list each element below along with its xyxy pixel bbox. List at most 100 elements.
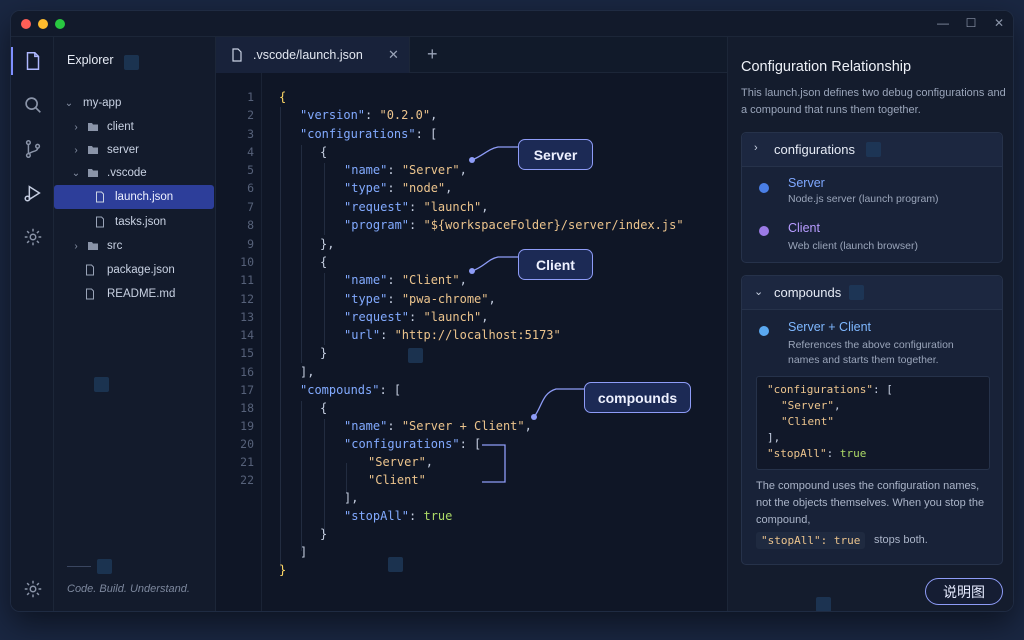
close-icon[interactable]: ✕	[992, 16, 1006, 30]
chevron-right-icon: ›	[74, 240, 78, 252]
code-line-11[interactable]: "name": "Client",	[344, 273, 467, 287]
explain-diagram-button[interactable]: 说明图	[925, 578, 1003, 605]
code-line-15[interactable]: }	[320, 346, 327, 360]
tree-item-tasks-json[interactable]: tasks.json	[54, 210, 216, 234]
chevron-right-icon: ›	[74, 144, 78, 156]
code-line-26[interactable]: ]	[300, 545, 307, 559]
compounds-card-header[interactable]: ⌄ compounds	[742, 276, 1002, 310]
watermark-icon	[816, 597, 831, 611]
callout-connectors	[471, 146, 584, 483]
tree-item-label: my-app	[83, 97, 122, 109]
title-bar: — ☐ ✕	[11, 11, 1013, 37]
note-code-text: "stopAll": true	[761, 534, 861, 547]
zoom-window-button[interactable]	[55, 19, 65, 29]
snippet-line-4: ],	[767, 431, 781, 444]
tree-item-label: tasks.json	[115, 216, 167, 228]
folder-open-icon	[88, 169, 98, 177]
watermark-icon	[94, 377, 109, 392]
code-line-1[interactable]: {	[279, 90, 286, 104]
code-line-8[interactable]: "program": "${workspaceFolder}/server/in…	[344, 218, 684, 232]
code-line-16[interactable]: ],	[300, 365, 314, 379]
extensions-icon[interactable]	[11, 217, 54, 257]
watermark-icon	[866, 142, 881, 157]
compound-dot-icon	[759, 326, 769, 336]
tree-item-launch-json[interactable]: launch.json	[54, 185, 214, 209]
run-debug-icon[interactable]	[11, 173, 54, 213]
code-line-21[interactable]: "Server",	[368, 455, 433, 469]
search-icon[interactable]	[11, 85, 54, 125]
snippet-line-2: "Server",	[781, 399, 841, 412]
line-number: 13	[240, 310, 254, 324]
new-tab-icon[interactable]: +	[427, 44, 438, 65]
compound-note-code: "stopAll": true	[756, 532, 866, 549]
entry-compound-name[interactable]: Server + Client	[788, 320, 871, 334]
app-window: — ☐ ✕ Explorer ⌄ my-app › client › serve…	[10, 10, 1014, 612]
tree-item-label: server	[107, 144, 139, 156]
line-number: 15	[240, 346, 254, 360]
minimize-icon[interactable]: —	[936, 16, 950, 30]
card-header-label: compounds	[774, 285, 842, 300]
code-line-4[interactable]: {	[320, 145, 327, 159]
files-icon[interactable]	[11, 41, 54, 81]
footer-tagline: Code. Build. Understand.	[67, 583, 190, 595]
code-line-12[interactable]: "type": "pwa-chrome",	[344, 292, 496, 306]
tab-launch-json[interactable]: .vscode/launch.json ✕	[216, 37, 410, 73]
callout-server[interactable]: Server	[518, 139, 593, 170]
watermark-icon	[388, 557, 403, 572]
snippet-line-5: "stopAll": true	[767, 447, 867, 460]
close-window-button[interactable]	[21, 19, 31, 29]
tree-item-server[interactable]: › server	[54, 138, 216, 162]
configurations-card-header[interactable]: › configurations	[742, 133, 1002, 167]
maximize-icon[interactable]: ☐	[964, 16, 978, 30]
code-line-23[interactable]: ],	[344, 491, 358, 505]
entry-client-name[interactable]: Client	[788, 221, 820, 235]
code-line-19[interactable]: "name": "Server + Client",	[344, 419, 532, 433]
code-line-5[interactable]: "name": "Server",	[344, 163, 467, 177]
code-line-13[interactable]: "request": "launch",	[344, 310, 489, 324]
source-control-icon[interactable]	[11, 129, 54, 169]
callout-anchor-dot	[469, 268, 475, 274]
tree-item-client[interactable]: › client	[54, 115, 216, 139]
code-line-14[interactable]: "url": "http://localhost:5173"	[344, 328, 561, 342]
code-line-22[interactable]: "Client"	[368, 473, 426, 487]
code-line-7[interactable]: "request": "launch",	[344, 200, 489, 214]
folder-icon	[88, 242, 98, 250]
callout-anchor-dot	[469, 157, 475, 163]
code-line-6[interactable]: "type": "node",	[344, 181, 452, 195]
tree-item-readme[interactable]: README.md	[54, 282, 216, 306]
explorer-title: Explorer	[67, 53, 114, 67]
tree-item-my-app[interactable]: ⌄ my-app	[54, 91, 216, 115]
code-line-18[interactable]: {	[320, 401, 327, 415]
line-number: 9	[247, 237, 254, 251]
indent-guide	[301, 145, 302, 363]
code-line-2[interactable]: "version": "0.2.0",	[300, 108, 437, 122]
line-number: 1	[247, 90, 254, 104]
code-line-9[interactable]: },	[320, 237, 334, 251]
code-line-25[interactable]: }	[320, 527, 327, 541]
callout-compounds[interactable]: compounds	[584, 382, 691, 413]
code-line-3[interactable]: "configurations": [	[300, 127, 437, 141]
tree-item-package-json[interactable]: package.json	[54, 258, 216, 282]
file-icon	[86, 288, 94, 300]
snippet-line-1: "configurations": [	[767, 383, 893, 396]
code-line-17[interactable]: "compounds": [	[300, 383, 401, 397]
code-line-10[interactable]: {	[320, 255, 327, 269]
code-line-20[interactable]: "configurations": [	[344, 437, 481, 451]
code-line-27[interactable]: }	[279, 563, 286, 577]
code-line-24[interactable]: "stopAll": true	[344, 509, 452, 523]
entry-server-sub: Node.js server (launch program)	[788, 193, 939, 205]
compound-snippet: "configurations": [ "Server", "Client" ]…	[756, 376, 990, 470]
line-number: 20	[240, 437, 254, 451]
tree-item-src[interactable]: › src	[54, 234, 216, 258]
tree-item-vscode[interactable]: ⌄ .vscode	[54, 161, 216, 185]
settings-gear-icon[interactable]	[11, 569, 54, 609]
tab-label: .vscode/launch.json	[253, 48, 363, 62]
tab-close-icon[interactable]: ✕	[388, 47, 399, 63]
callout-client[interactable]: Client	[518, 249, 593, 280]
line-number: 7	[247, 200, 254, 214]
indent-guide	[280, 107, 281, 567]
entry-server-name[interactable]: Server	[788, 176, 825, 190]
minimize-window-button[interactable]	[38, 19, 48, 29]
tree-item-label: launch.json	[115, 191, 174, 203]
line-number: 8	[247, 218, 254, 232]
